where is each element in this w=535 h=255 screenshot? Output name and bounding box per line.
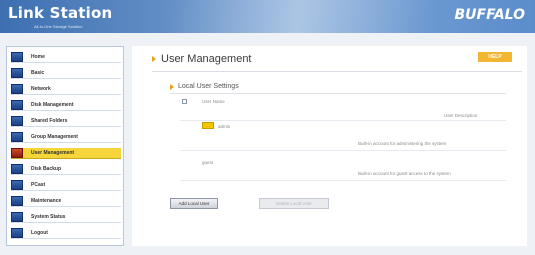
section-title-text: Local User Settings — [178, 83, 239, 90]
sidebar-item-label: System Status — [31, 214, 66, 220]
header-highlight — [170, 0, 430, 33]
add-local-user-button[interactable]: Add Local User — [170, 198, 218, 209]
delete-local-user-button[interactable]: Delete Local User — [259, 198, 329, 209]
sidebar-item-disk-management[interactable]: Disk Management — [11, 100, 121, 111]
sidebar-item-label: User Management — [31, 150, 75, 156]
help-button[interactable]: HELP — [478, 52, 512, 62]
sidebar-item-user-management[interactable]: User Management — [11, 148, 121, 159]
user-description-admin: Built-in account for administering the s… — [358, 141, 447, 146]
sidebar-item-label: Group Management — [31, 134, 78, 140]
row-divider — [180, 180, 506, 181]
sidebar-item-pcast[interactable]: PCast — [11, 180, 121, 191]
section-title: Local User Settings — [170, 83, 239, 90]
logout-icon — [11, 228, 23, 238]
folder-icon — [11, 116, 23, 126]
sidebar-item-home[interactable]: Home — [11, 52, 121, 63]
sidebar-item-network[interactable]: Network — [11, 84, 121, 95]
sidebar-item-label: Basic — [31, 70, 45, 76]
group-icon — [11, 132, 23, 142]
status-icon — [11, 212, 23, 222]
sidebar-item-group-management[interactable]: Group Management — [11, 132, 121, 143]
app-header: Link Station All-in-One Storage Solution… — [0, 0, 535, 33]
sidebar-item-label: Logout — [31, 230, 48, 236]
section-bullet-icon — [170, 83, 174, 90]
main-content: User Management HELP Local User Settings… — [132, 46, 527, 246]
select-all-checkbox[interactable] — [182, 99, 187, 104]
sidebar-item-disk-backup[interactable]: Disk Backup — [11, 164, 121, 175]
title-bullet-icon — [152, 56, 156, 62]
section-divider — [170, 93, 506, 94]
sidebar-item-label: PCast — [31, 182, 46, 188]
sidebar-item-label: Maintenance — [31, 198, 62, 204]
page-title: User Management — [152, 53, 252, 65]
disk-icon — [11, 100, 23, 110]
column-header-user-description: User Description — [444, 113, 478, 118]
sidebar-item-maintenance[interactable]: Maintenance — [11, 196, 121, 207]
maintenance-icon — [11, 196, 23, 206]
title-divider — [152, 71, 522, 72]
admin-user-icon — [202, 122, 214, 129]
sidebar-item-shared-folders[interactable]: Shared Folders — [11, 116, 121, 127]
basic-settings-icon — [11, 68, 23, 78]
logo-tagline: All-in-One Storage Solution — [34, 24, 83, 29]
linkstation-logo: Link Station — [8, 4, 113, 22]
column-header-user-name: User Name — [202, 99, 225, 104]
sidebar-nav: Home Basic Network Disk Management Share… — [6, 46, 124, 246]
pcast-icon — [11, 180, 23, 190]
sidebar-item-basic[interactable]: Basic — [11, 68, 121, 79]
sidebar-item-label: Network — [31, 86, 51, 92]
sidebar-item-label: Disk Backup — [31, 166, 62, 172]
sidebar-item-label: Home — [31, 54, 45, 60]
sidebar-item-label: Shared Folders — [31, 118, 68, 124]
user-name-guest[interactable]: guest — [202, 160, 213, 165]
backup-icon — [11, 164, 23, 174]
buffalo-logo: BUFFALO — [454, 7, 525, 23]
sidebar-item-label: Disk Management — [31, 102, 74, 108]
row-divider — [180, 120, 506, 121]
home-icon — [11, 52, 23, 62]
sidebar-item-system-status[interactable]: System Status — [11, 212, 121, 223]
sidebar-item-logout[interactable]: Logout — [11, 228, 121, 239]
user-name-admin[interactable]: admin — [218, 124, 230, 129]
page-title-text: User Management — [161, 53, 252, 65]
user-icon — [11, 148, 23, 158]
row-divider — [180, 150, 506, 151]
network-icon — [11, 84, 23, 94]
user-description-guest: Built-in account for guest access to the… — [358, 171, 451, 176]
